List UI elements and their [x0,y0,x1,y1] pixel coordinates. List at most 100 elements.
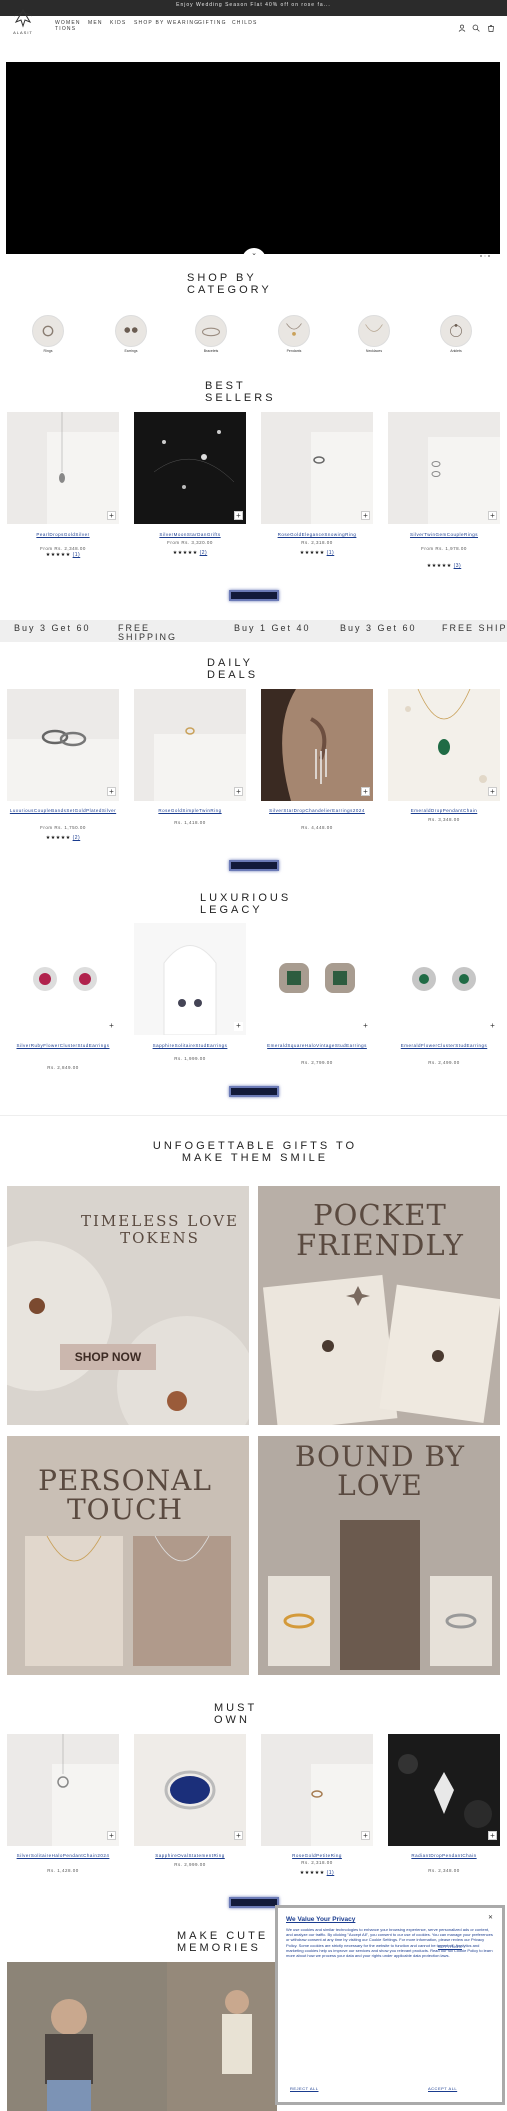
add-to-cart-button[interactable]: + [488,511,497,520]
product-price: From Rs. 3,320.00 [167,540,213,545]
product-name[interactable]: PearlDropsGoldSilver [7,532,119,538]
product-name[interactable]: RoseGoldPetiteRing [261,1853,373,1859]
product-image[interactable] [134,689,246,801]
product-name[interactable]: EmeraldFlowerClusterStudEarrings [388,1043,500,1049]
memories-image[interactable] [7,1962,277,2111]
product-name[interactable]: SilverMoonStarDanGrifts [134,532,246,538]
product-image[interactable] [388,923,500,1035]
add-to-cart-button[interactable]: + [488,1831,497,1840]
product-price: Rs. 2,348.00 [428,1868,460,1873]
hero-banner[interactable] [6,62,500,254]
consent-reject-button[interactable]: REJECT ALL [290,2086,319,2091]
product-name[interactable]: RadiantDropPendantChain [388,1853,500,1859]
category-pendants[interactable] [278,315,310,347]
add-to-cart-button[interactable]: + [361,1022,370,1031]
nav-kids[interactable]: KIDS [110,20,126,26]
category-earrings[interactable] [115,315,147,347]
category-label: Necklaces [365,349,383,353]
product-image[interactable] [134,923,246,1035]
product-image[interactable] [134,412,246,524]
marquee-item: Buy 1 Get 40 [234,623,311,633]
product-rating: ★★★★★ (2) [45,835,81,841]
product-name[interactable]: SilverSolitaireHaloPendantChain2024 [7,1853,119,1859]
view-all-button[interactable] [229,590,279,601]
product-price: Rs. 2,499.00 [428,1060,460,1065]
product-price: Rs. 2,799.00 [301,1060,333,1065]
shop-now-button[interactable]: SHOP NOW [60,1344,156,1370]
product-rating: ★★★★★ (1) [299,550,335,556]
nav-shop-by-wearing[interactable]: SHOP BY WEARING [134,20,199,26]
product-price: Rs. 1,999.00 [174,1056,206,1061]
category-label: Bracelets [203,349,219,353]
add-to-cart-button[interactable]: + [234,787,243,796]
add-to-cart-button[interactable]: + [234,1831,243,1840]
product-name[interactable]: LuxuriousCoupleBandsSetGoldPlatedSilver [7,808,119,814]
product-price: Rs. 3,348.00 [428,817,460,822]
consent-settings-link[interactable]: SETTINGS [438,1944,462,1949]
product-name[interactable]: RoseGoldEleganceSnowingRing [261,532,373,538]
product-name[interactable]: SapphireOvalStatementRing [134,1853,246,1859]
consent-body: We use cookies and similar technologies … [286,1927,493,1959]
product-name[interactable]: SilverRubyFlowerClusterStudEarrings [7,1043,119,1049]
product-name[interactable]: RoseGoldSimpleTwinRing [134,808,246,814]
add-to-cart-button[interactable]: + [488,787,497,796]
consent-accept-button[interactable]: ACCEPT ALL [428,2086,457,2091]
add-to-cart-button[interactable]: + [361,511,370,520]
product-name[interactable]: EmeraldSquareHaloVintageStudEarrings [261,1043,373,1049]
product-name[interactable]: EmeraldDropPendantChain [388,808,500,814]
view-all-button[interactable] [229,1897,279,1908]
product-price: Rs. 2,849.00 [47,1065,79,1070]
category-anklets[interactable] [440,315,472,347]
add-to-cart-button[interactable]: + [234,511,243,520]
add-to-cart-button[interactable]: + [107,1831,116,1840]
nav-men[interactable]: MEN [88,20,103,26]
category-rings[interactable] [32,315,64,347]
product-image[interactable] [7,689,119,801]
product-image[interactable] [261,923,373,1035]
nav-childs[interactable]: CHILDS [232,20,258,26]
marquee-item: FREE SHIP [442,624,507,633]
hero-slider-dots[interactable] [480,244,500,257]
product-image[interactable] [134,1734,246,1846]
add-to-cart-button[interactable]: + [107,511,116,520]
must-own-title: MUST OWN [214,1702,257,1726]
add-to-cart-button[interactable]: + [361,787,370,796]
nav-gifting[interactable]: GIFTING [198,20,227,26]
product-image[interactable] [261,689,373,801]
announcement-bar: Enjoy Wedding Season Flat 40% off on ros… [0,0,507,16]
product-price: From Rs. 1,750.00 [40,825,86,830]
product-image[interactable] [388,689,500,801]
product-name[interactable]: SapphireSolitaireStudEarrings [134,1043,246,1049]
product-price: Rs. 4,448.00 [301,825,333,830]
product-image[interactable] [7,923,119,1035]
product-image[interactable] [388,1734,500,1846]
add-to-cart-button[interactable]: + [107,787,116,796]
view-all-button[interactable] [229,1086,279,1097]
product-name[interactable]: SilverTwinGemCoupleRings [388,532,500,538]
product-price: Rs. 2,318.00 [301,1860,333,1865]
product-image[interactable] [7,1734,119,1846]
view-all-button[interactable] [229,860,279,871]
add-to-cart-button[interactable]: + [488,1022,497,1031]
add-to-cart-button[interactable]: + [107,1022,116,1031]
marquee-item: Buy 3 Get 60 [340,623,417,633]
user-icon[interactable] [458,19,466,32]
category-necklaces[interactable] [358,315,390,347]
cookie-consent-dialog[interactable]: ✕ We Value Your Privacy We use cookies a… [275,1905,505,2105]
cart-icon[interactable] [487,19,495,32]
add-to-cart-button[interactable]: + [234,1022,243,1031]
category-bracelets[interactable] [195,315,227,347]
add-to-cart-button[interactable]: + [361,1831,370,1840]
consent-title: We Value Your Privacy [286,1916,356,1923]
banner-title: BOUND BY LOVE [294,1440,466,1502]
nav-women[interactable]: WOMEN TIONS [55,20,83,32]
categories-title: SHOP BY CATEGORY [187,272,272,296]
product-name[interactable]: SilverStarDropChandelierEarrings2024 [261,808,373,814]
close-icon[interactable]: ✕ [488,1914,493,1921]
product-image[interactable] [261,1734,373,1846]
product-image[interactable] [7,412,119,524]
product-image[interactable] [261,412,373,524]
product-image[interactable] [388,412,500,524]
product-price: Rs. 1,418.00 [174,820,206,825]
search-icon[interactable] [472,19,480,32]
